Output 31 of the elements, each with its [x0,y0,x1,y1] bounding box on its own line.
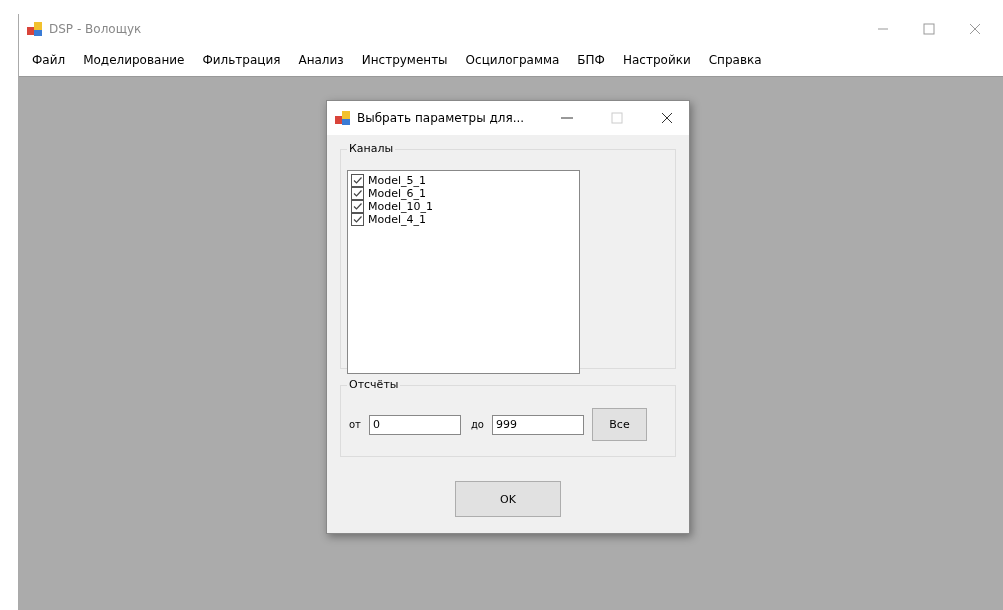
dialog-title: Выбрать параметры для... [357,111,525,125]
menu-item[interactable]: Анализ [289,53,353,67]
ok-button[interactable]: OK [455,481,561,517]
from-field[interactable]: 0 [368,414,461,435]
app-icon [27,21,43,37]
menu-item[interactable]: Моделирование [74,53,194,67]
menu-item[interactable]: Справка [699,53,771,67]
checkbox[interactable] [351,174,364,187]
app-icon [335,110,351,126]
to-label: до [470,419,484,430]
menu-item[interactable]: Осцилограмма [456,53,569,67]
close-icon[interactable] [661,112,673,124]
menu-item[interactable]: Инструменты [352,53,457,67]
channel-label: Model_4_1 [368,213,427,226]
to-field[interactable]: 999 [492,414,584,435]
channel-label: Model_10_1 [368,200,434,213]
checkbox[interactable] [351,200,364,213]
group-title: Отсчёты [347,378,401,391]
checkbox[interactable] [351,187,364,200]
menu-item[interactable]: Фильтрация [193,53,290,67]
group-title: Каналы [347,142,396,155]
channel-label: Model_5_1 [368,174,427,187]
maximize-icon [611,112,623,124]
menu-item[interactable]: Настройки [613,53,700,67]
checkbox[interactable] [351,213,364,226]
window-title: DSP - Волощук [49,22,142,36]
menu-item[interactable]: Файл [23,53,75,67]
channel-label: Model_6_1 [368,187,427,200]
all-button[interactable]: Все [592,408,647,441]
from-label: от [349,419,361,430]
menu-item[interactable]: БПФ [568,53,614,67]
